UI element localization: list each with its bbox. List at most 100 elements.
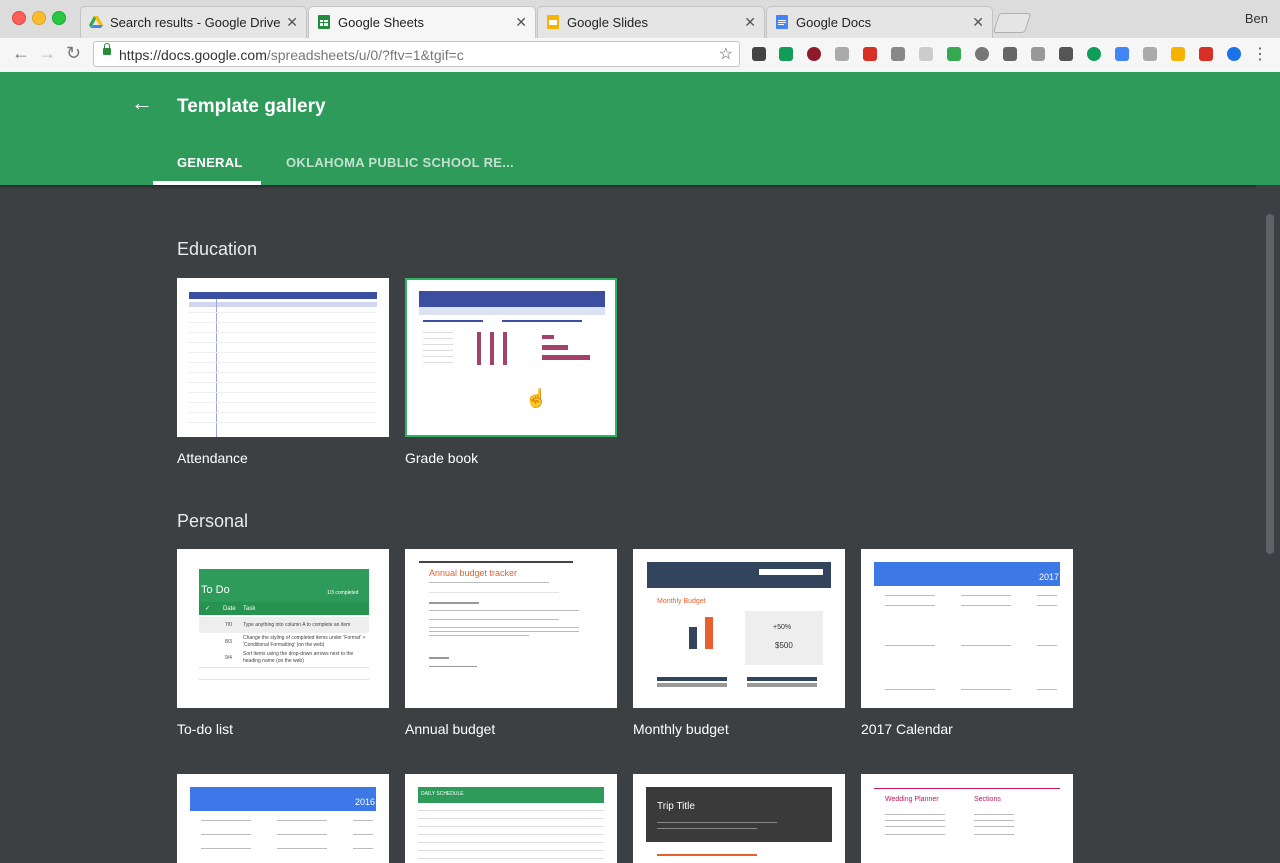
new-tab-button[interactable] (992, 13, 1032, 33)
reload-icon[interactable]: ↻ (66, 43, 81, 64)
template-thumbnail (177, 278, 389, 437)
daily-schedule-title: DAILY SCHEDULE (421, 791, 464, 797)
template-card-grade-book[interactable]: ☝ Grade book (405, 278, 617, 466)
browser-toolbar: ← → ↻ https://docs.google.com/spreadshee… (0, 38, 1280, 73)
google-slides-icon (547, 15, 559, 29)
template-name: To-do list (177, 721, 234, 737)
google-docs-icon (776, 15, 788, 29)
evernote-extension-icon[interactable] (752, 47, 766, 61)
template-card-trip-planner[interactable]: Trip Title (633, 774, 845, 863)
section-title-personal: Personal (177, 511, 249, 531)
gallery-header: ← Template gallery GENERAL OKLAHOMA PUBL… (0, 72, 1280, 185)
back-arrow-icon[interactable]: ← (131, 90, 153, 116)
page-title: Template gallery (177, 96, 326, 117)
template-thumbnail: DAILY SCHEDULE (405, 774, 617, 863)
todo-row-date: 7/0 (225, 622, 232, 628)
extension-icon[interactable] (835, 47, 849, 61)
template-name: Monthly budget (633, 721, 729, 737)
wedding-title: Wedding Planner (885, 796, 939, 803)
extension-icon[interactable] (1199, 47, 1213, 61)
close-tab-icon[interactable]: ✕ (972, 14, 984, 31)
monthly-pct: +50% (773, 624, 792, 631)
scrollbar-thumb[interactable] (1266, 214, 1274, 554)
extension-icon[interactable] (1087, 47, 1101, 61)
back-arrow-icon[interactable]: ← (12, 43, 30, 64)
template-name: Grade book (405, 450, 479, 466)
todo-row-date: 9/4 (225, 655, 232, 661)
monthly-budget-title: Monthly Budget (657, 598, 706, 605)
template-thumbnail: 2016 (177, 774, 389, 863)
template-thumbnail: Trip Title (633, 774, 845, 863)
google-drive-icon (89, 16, 103, 28)
template-thumbnail: Wedding Planner Sections (861, 774, 1073, 863)
template-thumbnail: 2017 (861, 549, 1073, 708)
close-tab-icon[interactable]: ✕ (744, 14, 756, 31)
window-minimize-button[interactable] (32, 11, 46, 25)
hand-cursor-icon: ☝ (525, 388, 548, 408)
drive-extension-icon[interactable] (947, 47, 961, 61)
template-card-monthly-budget[interactable]: Monthly Budget +50% $500 Monthly budget (633, 549, 845, 737)
section-title-education: Education (177, 239, 258, 259)
browser-tab-slides[interactable]: Google Slides ✕ (537, 6, 765, 38)
template-card-annual-budget[interactable]: Annual budget tracker Annual budget (405, 549, 617, 737)
extension-icon[interactable] (1143, 47, 1157, 61)
tab-general[interactable]: GENERAL (177, 155, 243, 170)
extension-icon[interactable] (975, 47, 989, 61)
tab-title: Google Slides (567, 15, 648, 30)
wedding-sections: Sections (974, 796, 1001, 803)
todo-row-task: Change the styling of completed items un… (243, 635, 366, 648)
todo-row-task: Type anything into column A to complete … (243, 622, 351, 628)
browser-tab-docs[interactable]: Google Docs ✕ (766, 6, 993, 38)
extension-icon[interactable] (919, 47, 933, 61)
extension-icon[interactable] (1003, 47, 1017, 61)
template-thumbnail: Annual budget tracker (405, 549, 617, 708)
calendar-year: 2017 (1039, 572, 1060, 582)
window-close-button[interactable] (12, 11, 26, 25)
close-tab-icon[interactable]: ✕ (286, 14, 298, 31)
extension-icon[interactable] (1115, 47, 1129, 61)
template-thumbnail: To Do 1/3 completed ✓ Date Task 7/0 Type… (177, 549, 389, 708)
todo-title: To Do (201, 584, 230, 596)
window-maximize-button[interactable] (52, 11, 66, 25)
tab-title: Google Sheets (338, 15, 425, 30)
google-sheets-icon (318, 15, 330, 29)
bookmark-star-icon[interactable]: ☆ (719, 44, 733, 64)
extension-icon[interactable] (891, 47, 905, 61)
todo-completed: 1/3 completed (327, 590, 359, 596)
profile-name[interactable]: Ben (1245, 11, 1268, 26)
template-card-2017-calendar[interactable]: 2017 2017 Calendar (861, 549, 1073, 737)
template-card-wedding-planner[interactable]: Wedding Planner Sections (861, 774, 1073, 863)
close-tab-icon[interactable]: ✕ (515, 14, 527, 31)
todo-col-date: Date (223, 606, 236, 612)
url-text: https://docs.google.com/spreadsheets/u/0… (119, 47, 464, 63)
template-card-2016-calendar[interactable]: 2016 (177, 774, 389, 863)
template-name: 2017 Calendar (861, 721, 953, 737)
browser-tab-bar: Search results - Google Drive ✕ Google S… (0, 0, 1280, 39)
browser-tab-sheets[interactable]: Google Sheets ✕ (308, 6, 536, 39)
forward-arrow-icon[interactable]: → (38, 43, 56, 64)
classroom-extension-icon[interactable] (779, 47, 793, 61)
extension-icon[interactable] (863, 47, 877, 61)
calendar-year: 2016 (355, 797, 376, 807)
todo-row-date: 8/3 (225, 639, 232, 645)
template-card-to-do-list[interactable]: To Do 1/3 completed ✓ Date Task 7/0 Type… (177, 549, 389, 737)
tab-title: Search results - Google Drive (110, 15, 281, 30)
address-bar[interactable]: https://docs.google.com/spreadsheets/u/0… (93, 41, 740, 67)
browser-tab-drive[interactable]: Search results - Google Drive ✕ (80, 6, 307, 38)
template-name: Attendance (177, 450, 248, 466)
extension-icon[interactable] (1227, 47, 1241, 61)
browser-menu-icon[interactable]: ⋮ (1252, 44, 1268, 64)
todo-row-task: Sort items using the drop-down arrows ne… (243, 651, 354, 664)
template-thumbnail: Monthly Budget +50% $500 (633, 549, 845, 708)
extension-icon[interactable] (1171, 47, 1185, 61)
todo-col-task: Task (243, 606, 256, 612)
annual-budget-title: Annual budget tracker (429, 568, 518, 578)
template-card-daily-schedule[interactable]: DAILY SCHEDULE (405, 774, 617, 863)
eyedropper-icon[interactable] (1059, 47, 1073, 61)
extension-icon[interactable] (807, 47, 821, 61)
tab-oklahoma-public-school[interactable]: OKLAHOMA PUBLIC SCHOOL RE... (286, 155, 514, 170)
cast-icon[interactable] (1031, 47, 1045, 61)
monthly-amount: $500 (775, 641, 793, 650)
lock-icon (103, 43, 111, 55)
template-card-attendance[interactable]: Attendance (177, 278, 389, 466)
